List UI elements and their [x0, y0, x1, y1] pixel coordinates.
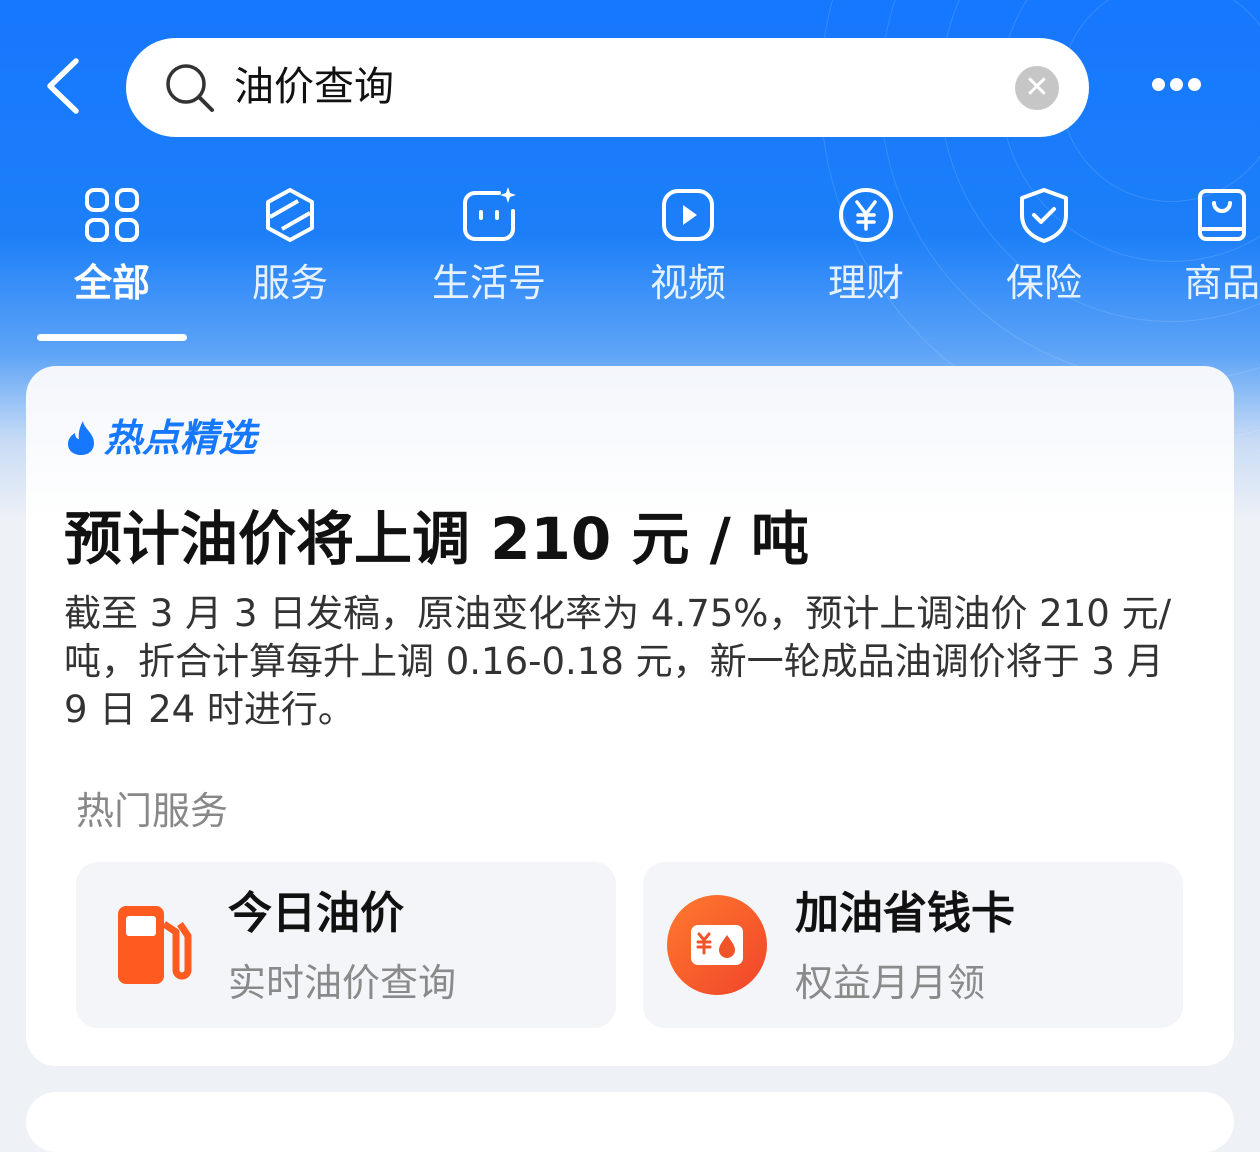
hot-picks-title: 热点精选	[104, 416, 257, 460]
search-icon	[166, 64, 214, 112]
fuel-pump-icon	[118, 906, 192, 984]
back-button[interactable]	[40, 55, 90, 117]
news-summary[interactable]: 截至 3 月 3 日发稿，原油变化率为 4.75%，预计上调油价 210 元/吨…	[64, 590, 1184, 734]
service-fuel-saving-card[interactable]: 加油省钱卡 权益月月领	[643, 862, 1183, 1028]
hot-picks-card[interactable]: 热点精选 预计油价将上调 210 元 / 吨 截至 3 月 3 日发稿，原油变化…	[26, 366, 1234, 1066]
shield-check-icon	[1020, 188, 1068, 243]
service-subtitle: 实时油价查询	[228, 961, 457, 1005]
chevron-left-icon	[47, 58, 79, 114]
flame-icon	[68, 421, 94, 455]
video-play-icon	[662, 189, 714, 241]
service-cube-icon	[266, 188, 314, 242]
tab-life-account[interactable]: 生活号	[409, 185, 569, 315]
tab-products[interactable]: 商品	[1142, 185, 1260, 315]
service-title: 今日油价	[228, 888, 404, 939]
tab-label: 商品	[1183, 261, 1260, 305]
search-bar[interactable]: 油价查询 ✕	[126, 38, 1089, 137]
tab-insurance[interactable]: 保险	[964, 185, 1124, 315]
yen-coin-icon	[839, 188, 893, 242]
hot-services-label: 热门服务	[76, 789, 229, 833]
close-icon: ✕	[1024, 70, 1050, 105]
service-title: 加油省钱卡	[795, 888, 1015, 939]
tab-label: 视频	[649, 261, 726, 305]
grid-icon	[85, 188, 139, 242]
tab-label: 理财	[827, 261, 904, 305]
more-dots-icon	[1152, 78, 1165, 91]
tab-services[interactable]: 服务	[210, 185, 370, 315]
clear-search-button[interactable]: ✕	[1015, 66, 1059, 110]
service-today-oil-price[interactable]: 今日油价 实时油价查询	[76, 862, 616, 1028]
life-account-icon	[463, 187, 516, 241]
tab-video[interactable]: 视频	[608, 185, 768, 315]
more-dot	[1170, 78, 1183, 91]
tab-label: 服务	[251, 261, 328, 305]
more-dot	[1188, 78, 1201, 91]
service-subtitle: 权益月月领	[795, 961, 986, 1005]
tab-wealth[interactable]: 理财	[786, 185, 946, 315]
fuel-card-icon	[667, 895, 767, 995]
more-options-button[interactable]	[1148, 70, 1204, 100]
tab-label: 保险	[1005, 261, 1082, 305]
active-tab-indicator	[37, 334, 187, 341]
tab-label: 生活号	[431, 261, 546, 305]
news-headline[interactable]: 预计油价将上调 210 元 / 吨	[64, 501, 809, 577]
search-input[interactable]: 油价查询	[234, 60, 394, 114]
tab-label: 全部	[73, 261, 150, 305]
next-result-card[interactable]	[26, 1092, 1234, 1152]
tab-all[interactable]: 全部	[32, 185, 192, 315]
shopping-bag-icon	[1198, 189, 1246, 241]
